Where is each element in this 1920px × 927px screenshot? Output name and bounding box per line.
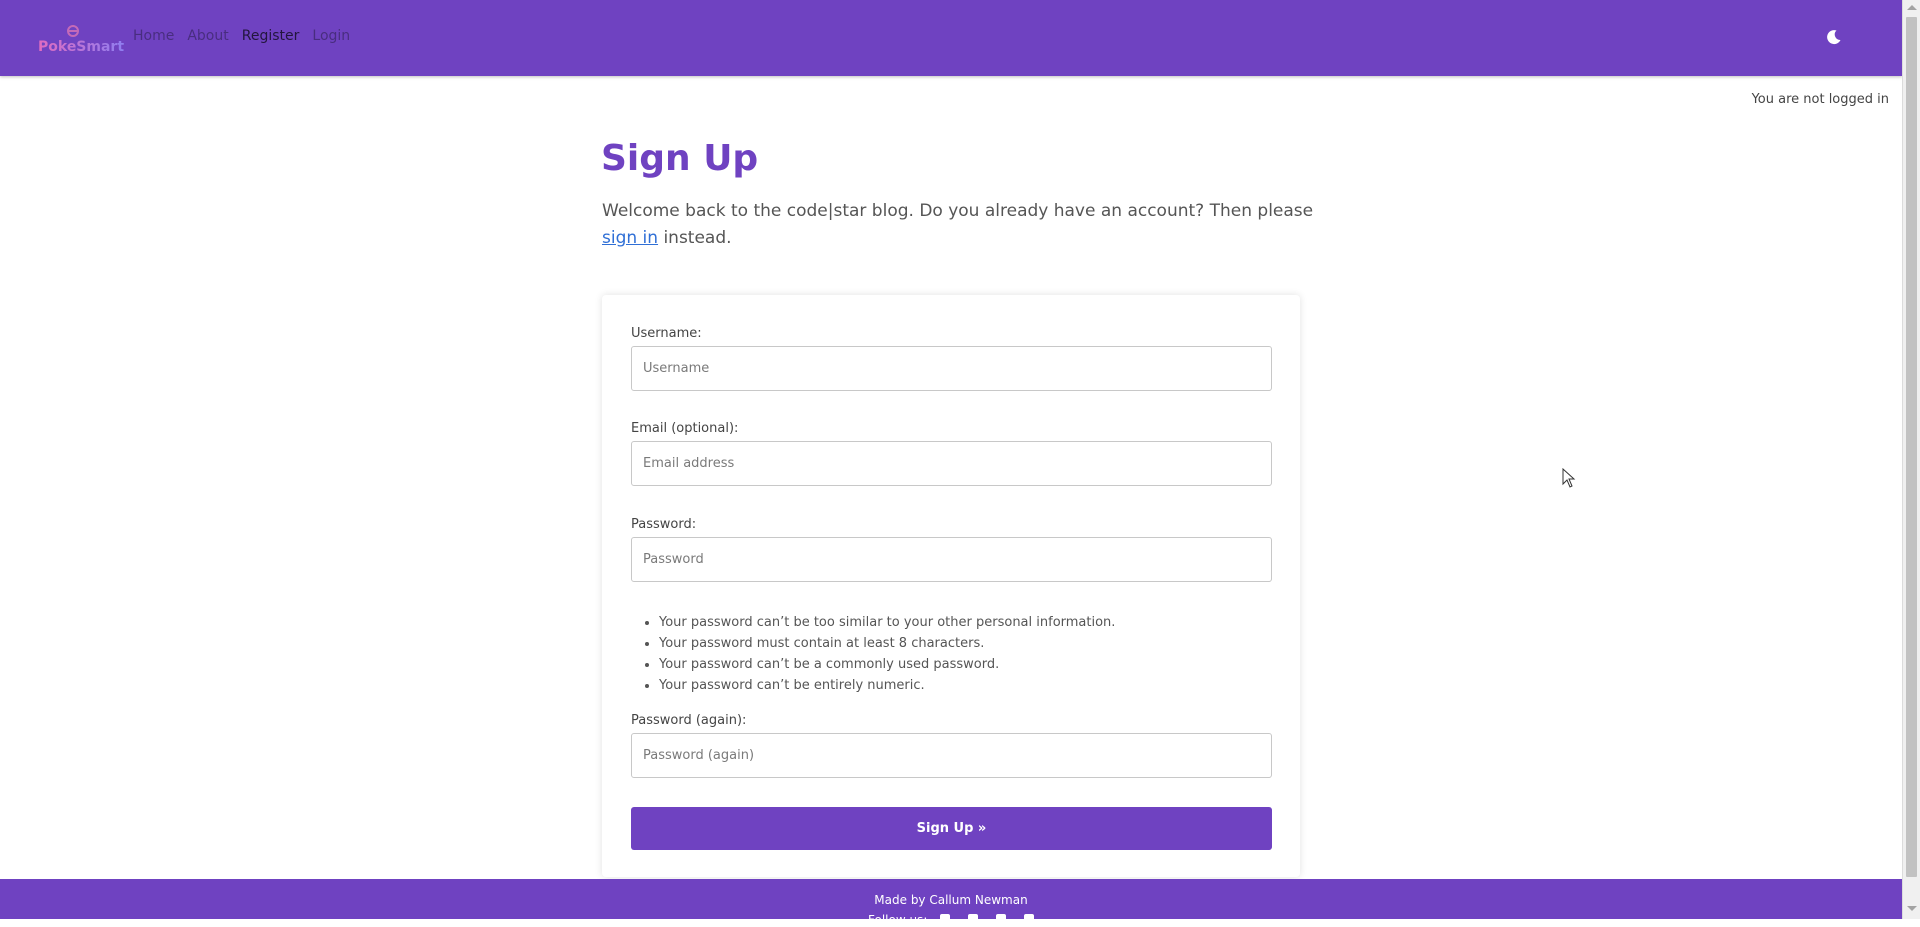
instagram-icon[interactable] (996, 914, 1006, 924)
intro-text-start: Welcome back to the code|star blog. Do y… (602, 201, 1314, 221)
twitter-icon[interactable] (968, 914, 978, 924)
scrollbar-thumb[interactable] (1906, 17, 1917, 877)
facebook-icon[interactable] (940, 914, 950, 924)
nav-links: Home About Register Login (133, 28, 350, 44)
password-requirement: Your password can’t be entirely numeric. (659, 675, 1115, 696)
email-label: Email (optional): (631, 421, 739, 436)
youtube-icon[interactable] (1024, 914, 1034, 924)
sign-up-button[interactable]: Sign Up » (631, 807, 1272, 850)
moon-icon[interactable] (1826, 29, 1842, 45)
brand-logo[interactable]: PokeSmart (38, 22, 124, 58)
password-input[interactable] (631, 537, 1272, 582)
footer-credit: Made by Callum Newman (874, 893, 1028, 907)
nav-home-link[interactable]: Home (133, 28, 174, 44)
password-again-input[interactable] (631, 733, 1272, 778)
password-requirements-list: Your password can’t be too similar to yo… (631, 612, 1115, 696)
top-navbar: PokeSmart Home About Register Login (0, 0, 1902, 76)
mouse-cursor-icon (1562, 467, 1576, 492)
scroll-up-arrow-icon[interactable] (1907, 5, 1917, 10)
password-requirement: Your password can’t be too similar to yo… (659, 612, 1115, 633)
sign-in-link[interactable]: sign in (602, 228, 658, 248)
password-label: Password: (631, 517, 697, 532)
signup-form-card: Username: Email (optional): Password: Yo… (602, 295, 1300, 877)
scroll-down-arrow-icon[interactable] (1907, 906, 1917, 911)
username-label: Username: (631, 326, 702, 341)
intro-text-end: instead. (658, 228, 732, 248)
password-requirement: Your password can’t be a commonly used p… (659, 654, 1115, 675)
nav-about-link[interactable]: About (187, 28, 228, 44)
footer: Made by Callum Newman Follow us: (0, 879, 1902, 927)
login-status: You are not logged in (1751, 92, 1889, 107)
nav-login-link[interactable]: Login (312, 28, 350, 44)
email-input[interactable] (631, 441, 1272, 486)
footer-follow-label: Follow us: (868, 913, 928, 927)
password-requirement: Your password must contain at least 8 ch… (659, 633, 1115, 654)
pokeball-icon (67, 25, 79, 37)
username-input[interactable] (631, 346, 1272, 391)
page-scrollbar[interactable] (1902, 0, 1920, 919)
nav-register-link[interactable]: Register (242, 28, 300, 44)
brand-name: PokeSmart (38, 39, 125, 55)
intro-text: Welcome back to the code|star blog. Do y… (602, 198, 1322, 252)
page-title: Sign Up (601, 138, 759, 179)
password-again-label: Password (again): (631, 713, 747, 728)
